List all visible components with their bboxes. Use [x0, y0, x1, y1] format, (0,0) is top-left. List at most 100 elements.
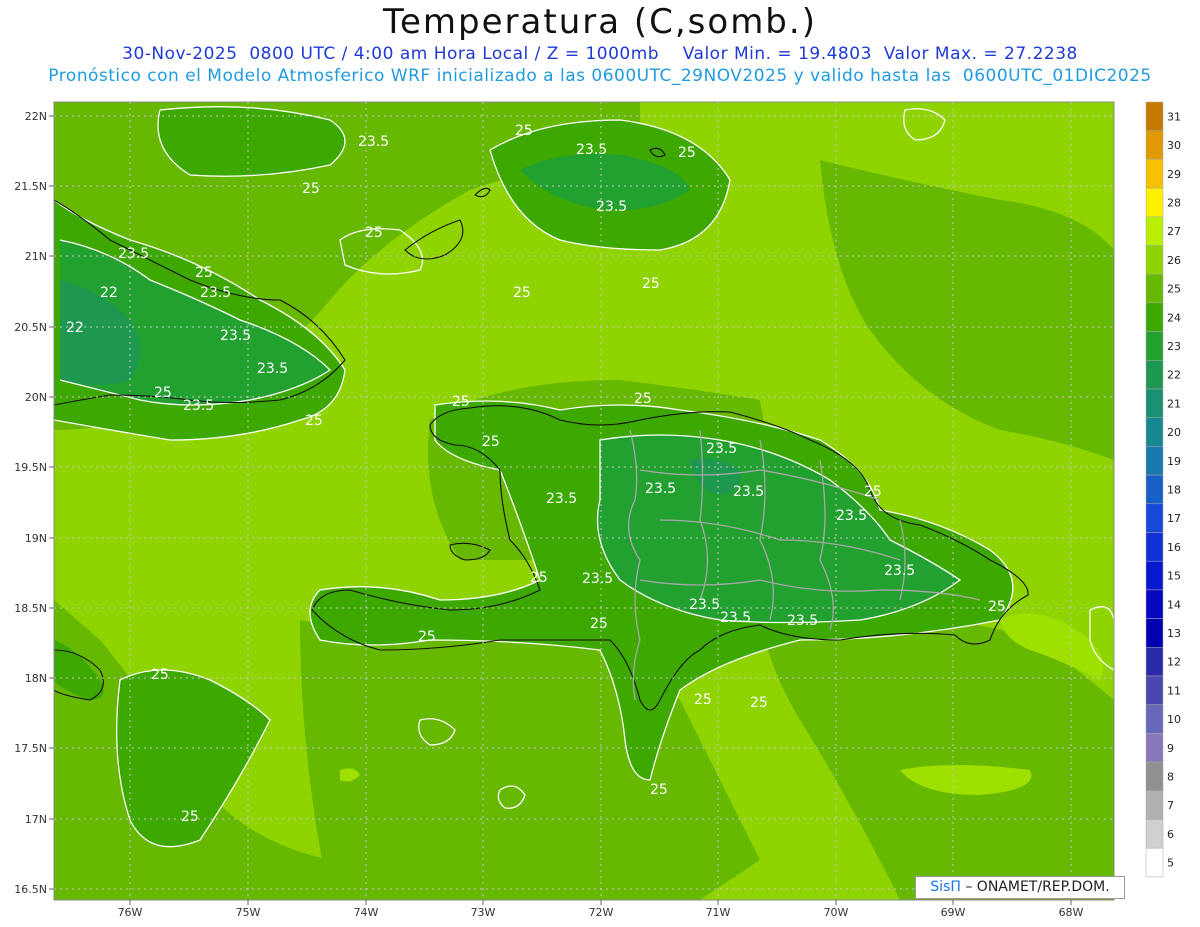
- lon-axis: 76W 75W 74W 73W 72W 71W 70W 69W 68W: [118, 906, 1084, 919]
- contour-label: 25: [452, 394, 470, 410]
- colorbar-label: 16: [1167, 541, 1181, 554]
- contour-label: 25: [515, 123, 533, 139]
- contour-label: 25: [302, 181, 320, 197]
- contour-label: 25: [634, 391, 652, 407]
- contour-label: 23.5: [582, 571, 613, 587]
- colorbar-label: 27: [1167, 225, 1181, 238]
- lon-label: 69W: [941, 906, 966, 919]
- lat-axis: 22N 21.5N 21N 20.5N 20N 19.5N 19N 18.5N …: [14, 110, 47, 896]
- contour-label: 25: [482, 434, 500, 450]
- colorbar-label: 28: [1167, 196, 1181, 209]
- contour-label: 25: [750, 695, 768, 711]
- contour-label: 25: [513, 285, 531, 301]
- colorbar-label: 29: [1167, 168, 1181, 181]
- lat-label: 20.5N: [14, 321, 47, 334]
- colorbar-label: 26: [1167, 254, 1181, 267]
- colorbar-cell: [1145, 532, 1164, 562]
- lat-ticks: [49, 115, 54, 890]
- lat-label: 21.5N: [14, 180, 47, 193]
- colorbar-cell: [1145, 245, 1164, 275]
- colorbar-label: 19: [1167, 455, 1181, 468]
- lat-label: 22N: [25, 110, 47, 123]
- lat-label: 18N: [25, 672, 47, 685]
- contour-label: 23.5: [720, 610, 751, 626]
- lon-label: 70W: [824, 906, 849, 919]
- contour-label: 25: [365, 225, 383, 241]
- contour-label: 23.5: [689, 597, 720, 613]
- contour-label: 23.5: [257, 361, 288, 377]
- contour-label: 23.5: [118, 246, 149, 262]
- contour-label: 23.5: [733, 484, 764, 500]
- shaded-field: [54, 102, 1114, 900]
- lon-label: 73W: [471, 906, 496, 919]
- colorbar-label: 9: [1167, 742, 1174, 755]
- lat-label: 21N: [25, 250, 47, 263]
- colorbar-label: 25: [1167, 283, 1181, 296]
- contour-label: 25: [305, 413, 323, 429]
- contour-label: 23.5: [220, 328, 251, 344]
- colorbar-cell: [1145, 618, 1164, 648]
- lon-label: 68W: [1059, 906, 1084, 919]
- contour-label: 23.5: [884, 563, 915, 579]
- contour-label: 23.5: [787, 613, 818, 629]
- colorbar-label: 18: [1167, 483, 1181, 496]
- colorbar-label: 22: [1167, 369, 1181, 382]
- credit-box: SisΠ – ONAMET/REP.DOM.: [915, 876, 1125, 899]
- contour-label: 25: [694, 692, 712, 708]
- colorbar-cell: [1145, 589, 1164, 619]
- credit-text: – ONAMET/REP.DOM.: [965, 879, 1110, 895]
- contour-label: 23.5: [596, 199, 627, 215]
- colorbar-cell: [1145, 273, 1164, 304]
- colorbar-label: 24: [1167, 311, 1181, 324]
- colorbar-cell: [1145, 130, 1164, 160]
- colorbar-label: 6: [1167, 828, 1174, 841]
- lat-label: 18.5N: [14, 602, 47, 615]
- colorbar-cell: [1145, 101, 1164, 131]
- lat-label: 17N: [25, 813, 47, 826]
- colorbar-cell: [1145, 819, 1164, 849]
- colorbar-cell: [1145, 446, 1164, 476]
- lon-label: 72W: [589, 906, 614, 919]
- contour-label: 23.5: [183, 398, 214, 414]
- colorbar-cell: [1145, 331, 1164, 361]
- lat-label: 20N: [25, 391, 47, 404]
- colorbar-label: 30: [1167, 139, 1181, 152]
- contour-label: 25: [151, 667, 169, 683]
- colorbar-cell: [1145, 360, 1164, 390]
- colorbar-cell: [1145, 847, 1164, 878]
- contour-label: 25: [650, 782, 668, 798]
- colorbar-label: 23: [1167, 340, 1181, 353]
- colorbar-label: 8: [1167, 770, 1174, 783]
- colorbar-cell: [1145, 704, 1164, 734]
- colorbar-cell: [1145, 761, 1164, 792]
- contour-label: 23.5: [546, 491, 577, 507]
- lat-label: 19.5N: [14, 461, 47, 474]
- contour-label: 25: [530, 570, 548, 586]
- colorbar-label: 15: [1167, 570, 1181, 583]
- colorbar-label: 5: [1167, 857, 1174, 870]
- colorbar-cell: [1145, 216, 1164, 246]
- colorbar-cell: [1145, 417, 1164, 447]
- colorbar-label: 7: [1167, 799, 1174, 812]
- lon-label: 76W: [118, 906, 143, 919]
- colorbar-cell: [1145, 647, 1164, 677]
- colorbar-label: 21: [1167, 397, 1181, 410]
- contour-label: 25: [590, 616, 608, 632]
- contour-label: 23.5: [200, 285, 231, 301]
- colorbar-label: 10: [1167, 713, 1181, 726]
- colorbar-label: 31: [1167, 110, 1181, 123]
- contour-label: 25: [864, 484, 882, 500]
- lon-label: 75W: [236, 906, 261, 919]
- contour-label: 25: [195, 265, 213, 281]
- colorbar-cell: [1145, 159, 1164, 189]
- lat-label: 16.5N: [14, 883, 47, 896]
- contour-label: 23.5: [836, 508, 867, 524]
- temperature-map: 23.5 25 23.5 25 25 23.5 25 23.5 25 25 22…: [14, 101, 1181, 919]
- colorbar: 31 30 29 28 27 26 25 24 23 22 21 20 19 18 17 16 15 14 13 12…: [1145, 101, 1181, 878]
- colorbar-cell: [1145, 733, 1164, 763]
- lat-label: 19N: [25, 532, 47, 545]
- colorbar-cell: [1145, 187, 1164, 218]
- contour-label: 25: [418, 629, 436, 645]
- colorbar-label: 11: [1167, 684, 1181, 697]
- contour-label: 23.5: [576, 142, 607, 158]
